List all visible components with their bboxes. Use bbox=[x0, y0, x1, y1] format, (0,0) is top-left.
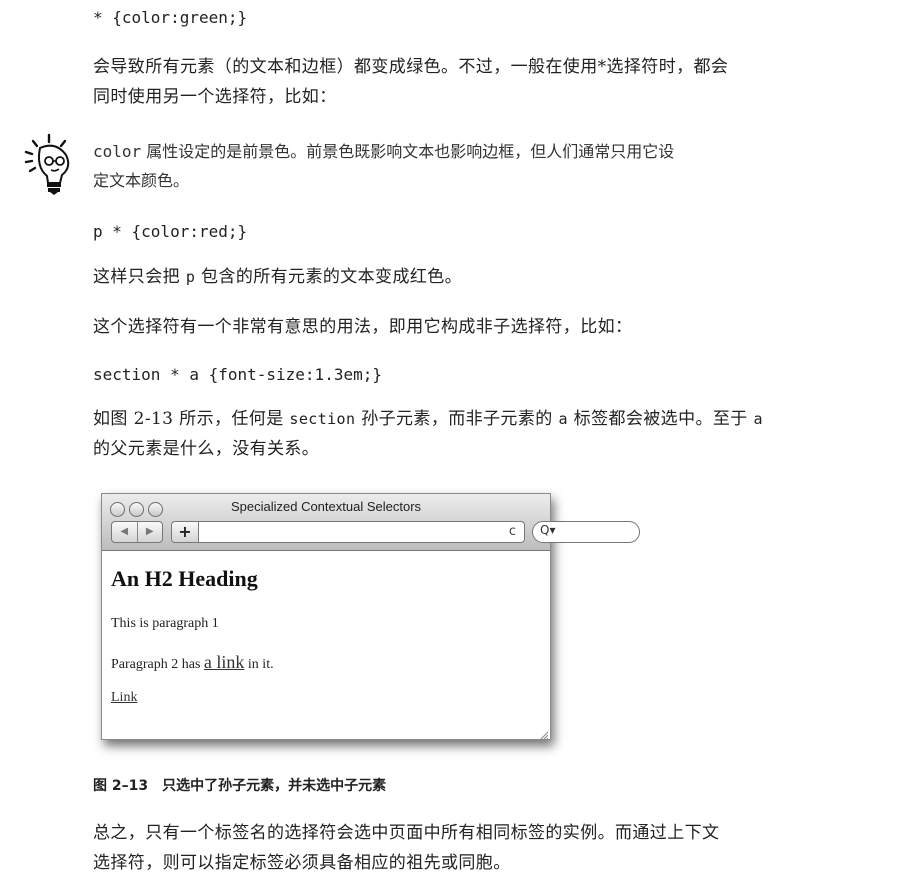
paragraph-2-text-a: 这样只会把 bbox=[93, 267, 186, 287]
paragraph-2: 这样只会把 p 包含的所有元素的文本变成红色。 bbox=[93, 262, 863, 292]
add-bookmark-button[interactable]: + bbox=[172, 522, 199, 542]
figure-caption: 图 2–13 只选中了孙子元素，并未选中子元素 bbox=[93, 778, 387, 794]
paragraph-5-line-1: 总之，只有一个标签名的选择符会选中页面中所有相同标签的实例。而通过上下文 bbox=[93, 823, 720, 843]
search-icon: Q▾ bbox=[540, 523, 556, 537]
paragraph-4-code-a: a bbox=[558, 410, 568, 428]
paragraph-1-line-2: 同时使用另一个选择符，比如： bbox=[93, 87, 337, 107]
window-title: Specialized Contextual Selectors bbox=[230, 499, 422, 514]
code-sample-2: p * {color:red;} bbox=[93, 222, 248, 241]
code-sample-3: section * a {font-size:1.3em;} bbox=[93, 365, 382, 384]
tip-line-2: 定文本颜色。 bbox=[93, 171, 190, 190]
paragraph-4-code-section: section bbox=[289, 410, 356, 428]
tip-code-term: color bbox=[93, 142, 142, 161]
paragraph-5: 总之，只有一个标签名的选择符会选中页面中所有相同标签的实例。而通过上下文 选择符… bbox=[93, 818, 863, 878]
address-bar[interactable]: + c bbox=[171, 521, 525, 543]
lightbulb-tip-icon bbox=[22, 133, 74, 195]
paragraph-4-text-c: 标签都会被选中。至于 bbox=[567, 409, 754, 429]
code-sample-1: * {color:green;} bbox=[93, 8, 248, 27]
paragraph-4-line-2: 的父元素是什么，没有关系。 bbox=[93, 439, 320, 459]
sample-heading: An H2 Heading bbox=[111, 566, 258, 591]
sample-inline-link[interactable]: a link bbox=[204, 652, 245, 672]
back-forward-buttons: ◀ ▶ bbox=[111, 521, 163, 543]
page-content: An H2 Heading This is paragraph 1 Paragr… bbox=[111, 566, 274, 705]
paragraph-5-line-2: 选择符，则可以指定标签必须具备相应的祖先或同胞。 bbox=[93, 853, 511, 873]
tip-note: color 属性设定的是前景色。前景色既影响文本也影响边框，但人们通常只用它设 … bbox=[93, 137, 863, 195]
sample-paragraph-2: Paragraph 2 has a link in it. bbox=[111, 652, 274, 673]
tip-line-1: color 属性设定的是前景色。前景色既影响文本也影响边框，但人们通常只用它设 bbox=[93, 137, 863, 166]
sample-paragraph-2-text-a: Paragraph 2 has bbox=[111, 657, 204, 672]
paragraph-3: 这个选择符有一个非常有意思的用法，即用它构成非子选择符，比如： bbox=[93, 317, 633, 337]
browser-window-figure: Specialized Contextual Selectors ◀ ▶ + c… bbox=[101, 493, 640, 741]
sample-link[interactable]: Link bbox=[111, 690, 137, 706]
search-field[interactable]: Q▾ bbox=[532, 521, 640, 543]
sample-paragraph-1: This is paragraph 1 bbox=[111, 616, 219, 631]
tip-line-1-text: 属性设定的是前景色。前景色既影响文本也影响边框，但人们通常只用它设 bbox=[141, 142, 675, 161]
paragraph-4-line-1: 如图 2-13 所示，任何是 section 孙子元素，而非子元素的 a 标签都… bbox=[93, 404, 863, 434]
forward-arrow-icon[interactable]: ▶ bbox=[138, 522, 163, 542]
paragraph-1-line-1: 会导致所有元素（的文本和边框）都变成绿色。不过，一般在使用*选择符时，都会 bbox=[93, 57, 729, 77]
paragraph-1: 会导致所有元素（的文本和边框）都变成绿色。不过，一般在使用*选择符时，都会 同时… bbox=[93, 52, 863, 112]
window-titlebar: Specialized Contextual Selectors ◀ ▶ + c… bbox=[102, 494, 640, 551]
resize-grip-icon[interactable] bbox=[538, 727, 549, 741]
paragraph-4: 如图 2-13 所示，任何是 section 孙子元素，而非子元素的 a 标签都… bbox=[93, 404, 863, 464]
reload-icon[interactable]: c bbox=[509, 522, 516, 542]
paragraph-2-text-b: 包含的所有元素的文本变成红色。 bbox=[195, 267, 463, 287]
back-arrow-icon[interactable]: ◀ bbox=[112, 522, 138, 542]
paragraph-4-text-a: 如图 2-13 所示，任何是 bbox=[93, 409, 290, 429]
paragraph-2-code: p bbox=[185, 268, 196, 286]
sample-paragraph-2-text-b: in it. bbox=[244, 657, 274, 672]
paragraph-4-text-b: 孙子元素，而非子元素的 bbox=[355, 409, 559, 429]
paragraph-4-code-a-2: a bbox=[753, 410, 763, 428]
